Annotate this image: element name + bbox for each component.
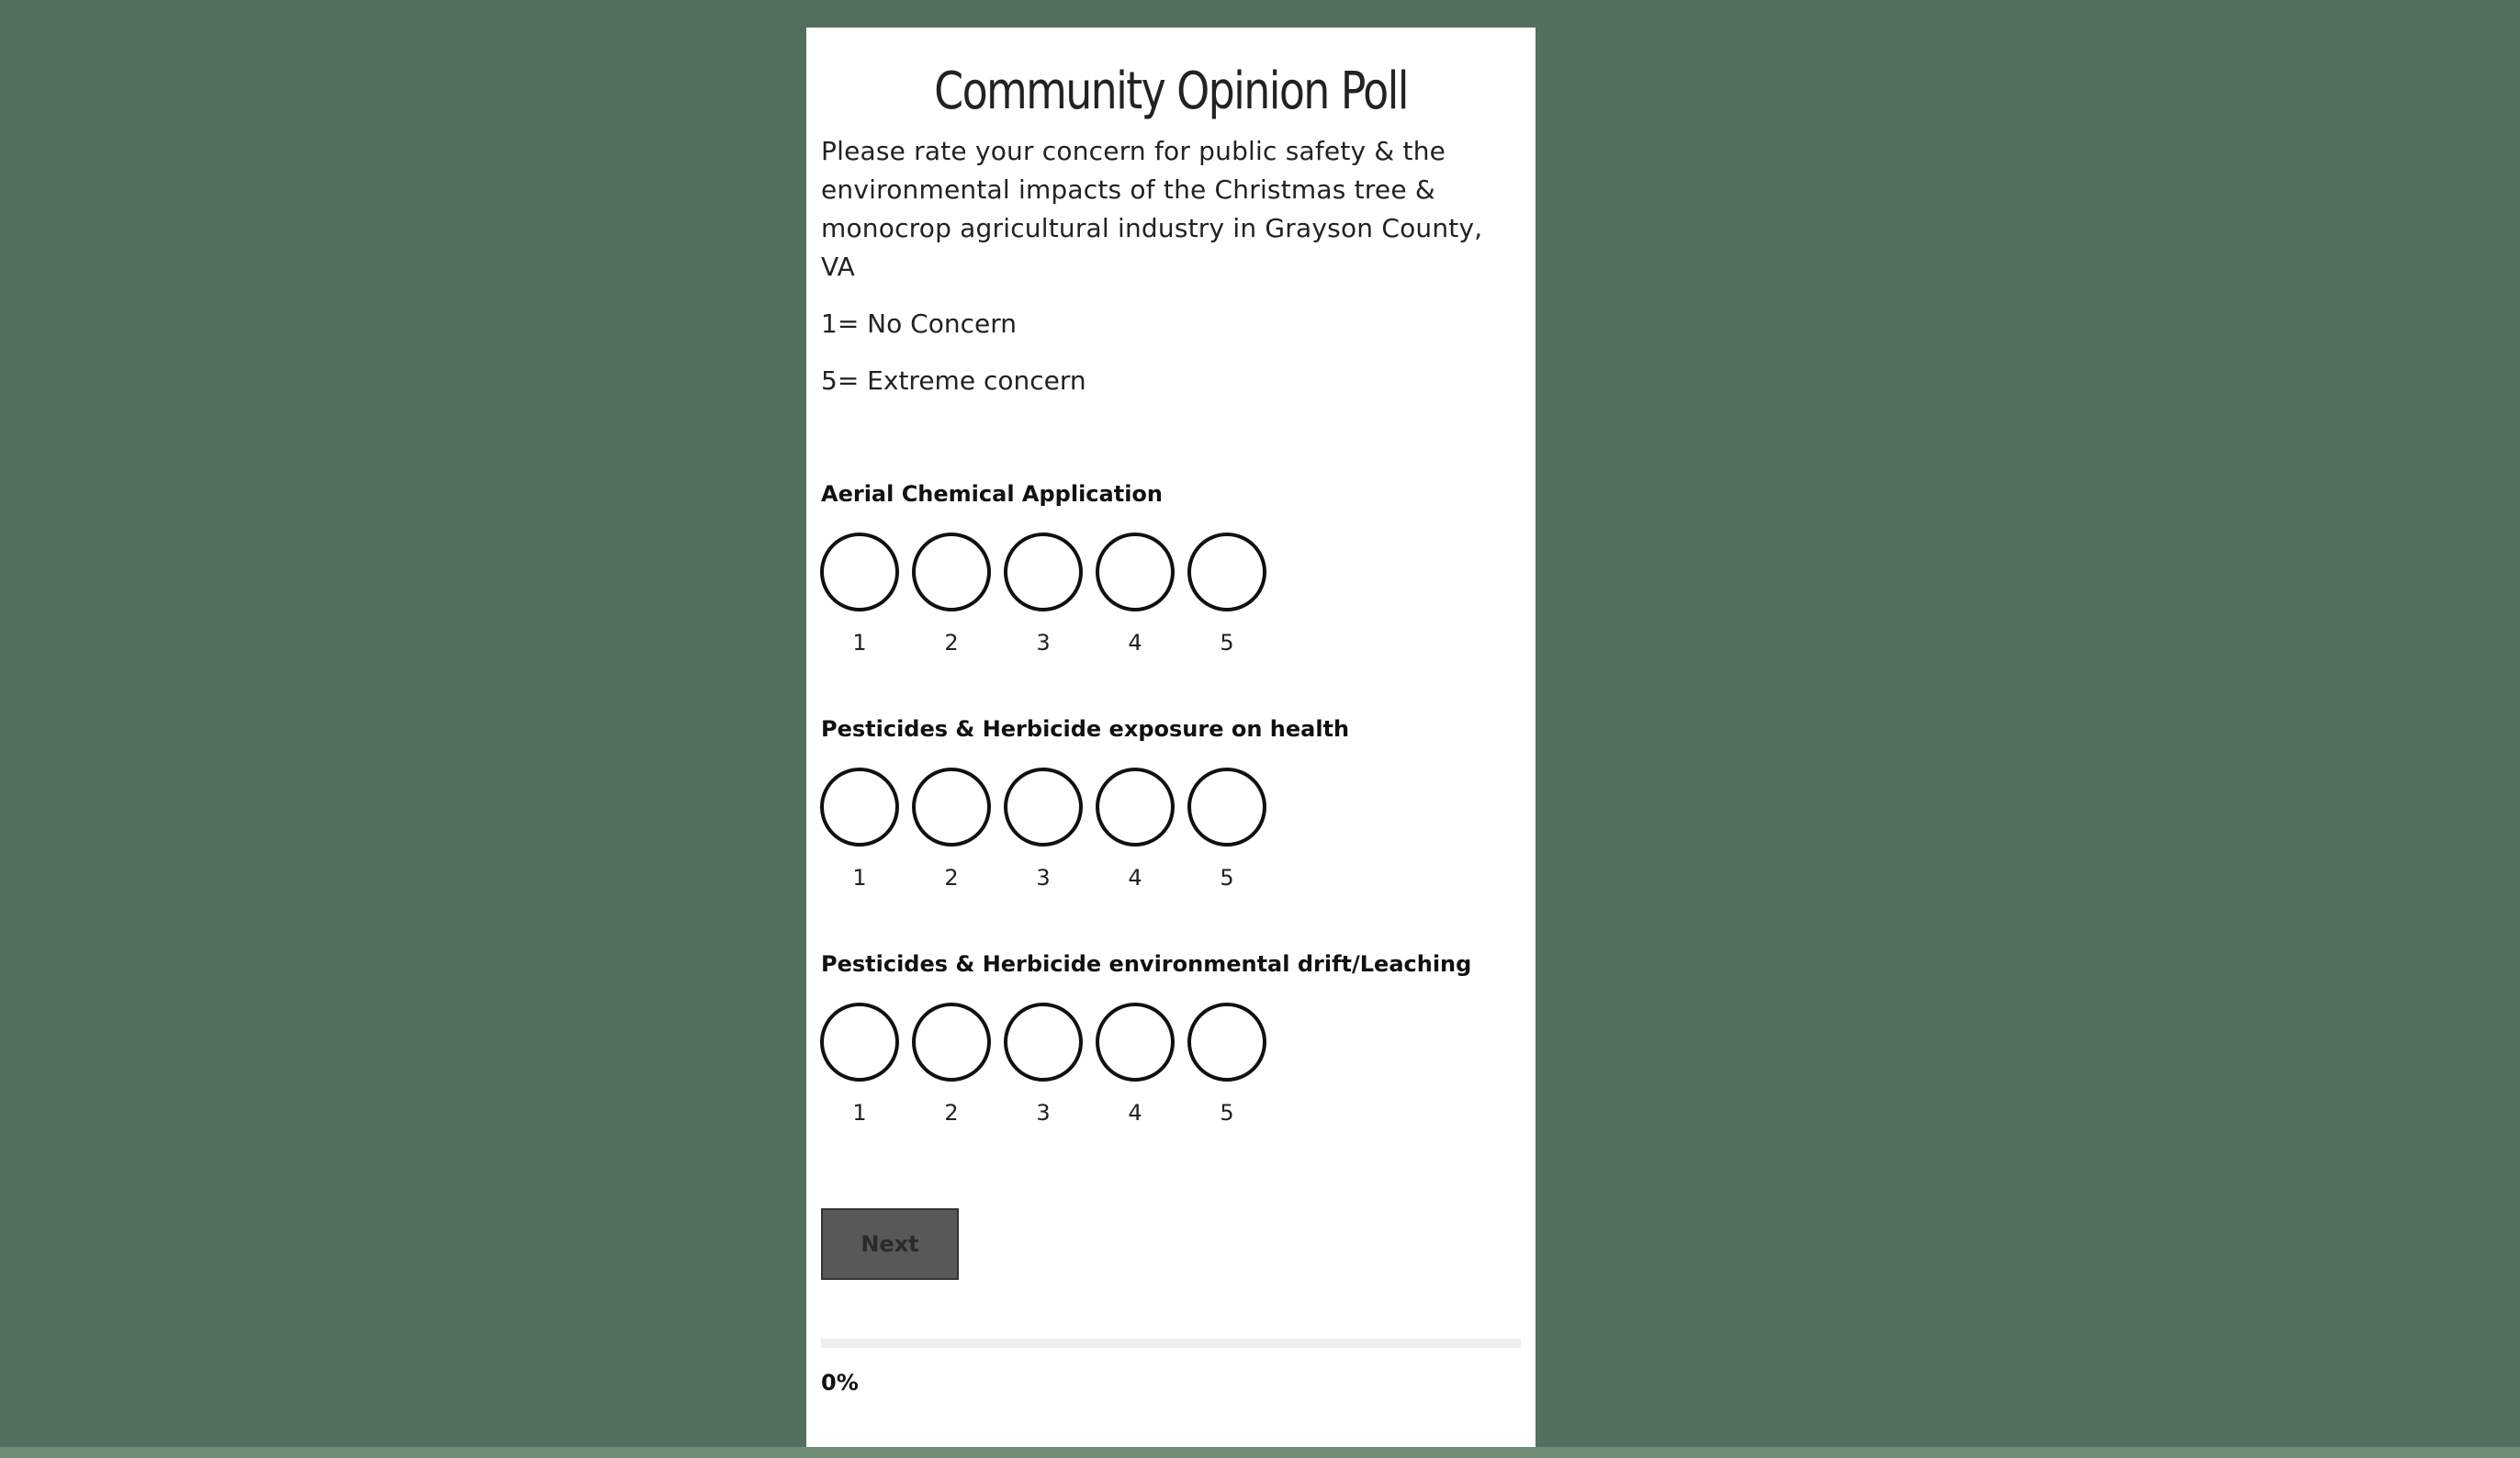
radio-button[interactable] [912, 768, 991, 847]
question-aerial-chemical-application: Aerial Chemical Application 1 2 3 4 5 [820, 479, 1521, 656]
radio-button[interactable] [820, 768, 899, 847]
rating-label: 2 [944, 1100, 959, 1127]
rating-label: 5 [1220, 1100, 1234, 1127]
rating-option-3[interactable]: 3 [1004, 768, 1083, 892]
rating-label: 5 [1220, 630, 1234, 656]
radio-button[interactable] [1187, 533, 1266, 612]
rating-option-1[interactable]: 1 [820, 533, 899, 656]
question-health-exposure: Pesticides & Herbicide exposure on healt… [820, 714, 1521, 892]
scale-high-note: 5= Extreme concern [821, 365, 1086, 397]
rating-label: 1 [852, 1100, 867, 1127]
rating-label: 3 [1036, 630, 1051, 656]
question-environmental-drift: Pesticides & Herbicide environmental dri… [820, 949, 1521, 1127]
radio-button[interactable] [1096, 768, 1175, 847]
radio-button[interactable] [1004, 533, 1083, 612]
page-title: Community Opinion Poll [934, 62, 1409, 121]
rating-option-2[interactable]: 2 [912, 768, 991, 892]
rating-options: 1 2 3 4 5 [820, 768, 1521, 892]
radio-button[interactable] [912, 533, 991, 612]
radio-button[interactable] [1096, 1003, 1175, 1082]
rating-label: 2 [944, 865, 959, 892]
rating-option-3[interactable]: 3 [1004, 533, 1083, 656]
rating-options: 1 2 3 4 5 [820, 533, 1521, 656]
rating-option-2[interactable]: 2 [912, 533, 991, 656]
rating-option-1[interactable]: 1 [820, 768, 899, 892]
rating-label: 3 [1036, 1100, 1051, 1127]
next-button[interactable]: Next [821, 1208, 959, 1281]
rating-label: 3 [1036, 865, 1051, 892]
rating-label: 4 [1128, 1100, 1142, 1127]
rating-label: 5 [1220, 865, 1234, 892]
rating-option-1[interactable]: 1 [820, 1003, 899, 1127]
page-bottom-strip [0, 1447, 2520, 1458]
rating-options: 1 2 3 4 5 [820, 1003, 1521, 1127]
progress-percent: 0% [821, 1370, 859, 1396]
radio-button[interactable] [912, 1003, 991, 1082]
rating-option-5[interactable]: 5 [1187, 533, 1266, 656]
rating-label: 1 [852, 865, 867, 892]
question-label: Pesticides & Herbicide environmental dri… [821, 951, 1472, 978]
radio-button[interactable] [1096, 533, 1175, 612]
radio-button[interactable] [1187, 768, 1266, 847]
question-label: Aerial Chemical Application [821, 481, 1163, 508]
question-label: Pesticides & Herbicide exposure on healt… [821, 716, 1350, 743]
poll-card: Community Opinion Poll Please rate your … [806, 28, 1536, 1447]
radio-button[interactable] [1004, 768, 1083, 847]
rating-option-5[interactable]: 5 [1187, 768, 1266, 892]
rating-option-4[interactable]: 4 [1096, 1003, 1175, 1127]
rating-label: 4 [1128, 630, 1142, 656]
rating-label: 4 [1128, 865, 1142, 892]
poll-instructions: Please rate your concern for public safe… [821, 136, 1483, 283]
radio-button[interactable] [820, 1003, 899, 1082]
rating-option-4[interactable]: 4 [1096, 533, 1175, 656]
rating-label: 1 [852, 630, 867, 656]
radio-button[interactable] [1187, 1003, 1266, 1082]
rating-label: 2 [944, 630, 959, 656]
rating-option-2[interactable]: 2 [912, 1003, 991, 1127]
progress-bar [821, 1339, 1521, 1349]
scale-low-note: 1= No Concern [821, 308, 1017, 340]
rating-option-3[interactable]: 3 [1004, 1003, 1083, 1127]
radio-button[interactable] [820, 533, 899, 612]
rating-option-4[interactable]: 4 [1096, 768, 1175, 892]
radio-button[interactable] [1004, 1003, 1083, 1082]
rating-option-5[interactable]: 5 [1187, 1003, 1266, 1127]
